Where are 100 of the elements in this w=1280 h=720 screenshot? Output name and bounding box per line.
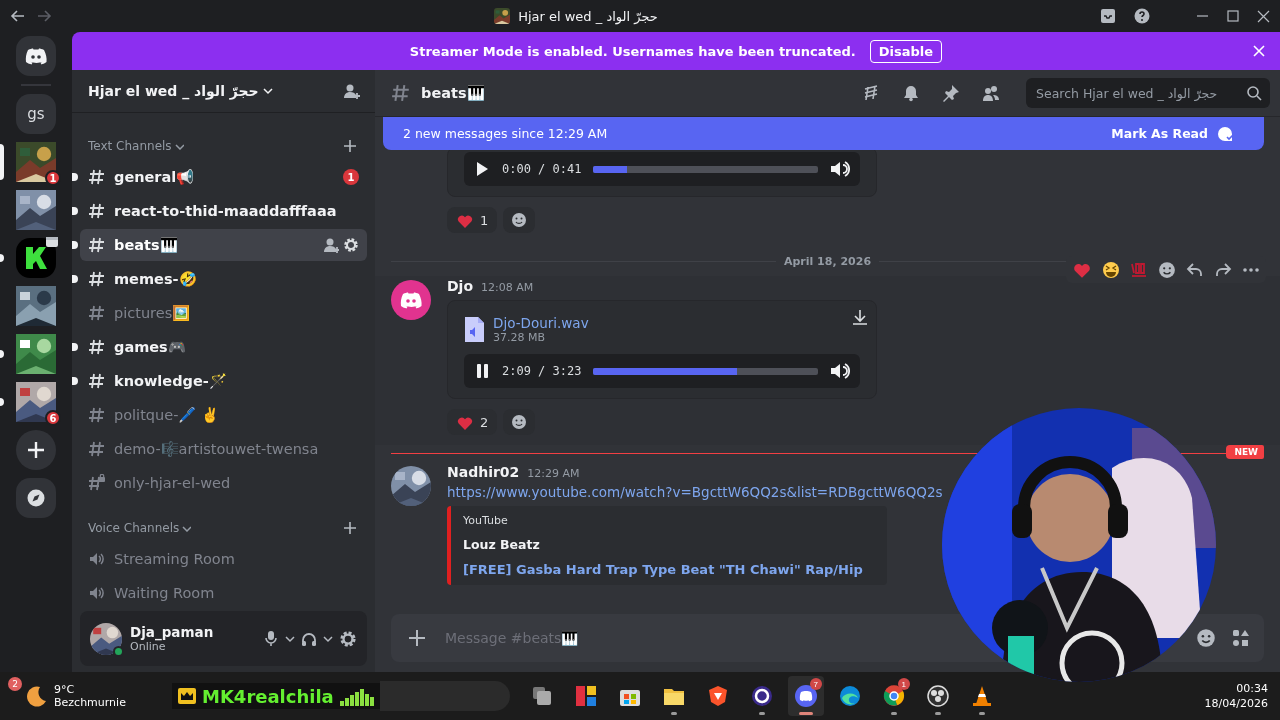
taskbar-search-field[interactable] [379, 681, 510, 711]
forward-arrow-icon[interactable] [36, 8, 52, 24]
file-link[interactable]: Djo-Douri.wav [493, 315, 589, 331]
microphone-icon[interactable] [263, 630, 279, 648]
moon-icon[interactable] [24, 684, 48, 708]
headphones-icon[interactable] [301, 630, 317, 647]
smiley-icon [511, 212, 528, 228]
banner-text: Streamer Mode is enabled. Usernames have been truncated. [409, 43, 856, 59]
laughing-face-icon[interactable] [1102, 260, 1120, 279]
category-title[interactable]: Voice Channels [88, 521, 180, 536]
play-icon[interactable] [474, 161, 490, 177]
attach-icon[interactable] [407, 628, 427, 648]
disable-button[interactable]: Disable [869, 39, 943, 63]
channel-item[interactable]: politque-🖊 ✌ [80, 399, 367, 432]
timestamp: 12:08 AM [481, 281, 534, 294]
audio-file-icon [464, 316, 485, 343]
mark-as-read-button[interactable]: Mark As Read [1105, 123, 1240, 144]
back-arrow-icon[interactable] [10, 8, 26, 24]
emoji-icon[interactable] [1196, 628, 1216, 648]
notification-badge: 1 [897, 678, 910, 690]
running-indicator [670, 712, 677, 715]
smiley-icon [511, 414, 528, 430]
user-name: Dja_paman [130, 624, 215, 641]
weather-description: Bezchmurnie [54, 696, 126, 709]
voice-channel-item[interactable]: Streaming Room [80, 543, 367, 576]
embed-title-link[interactable]: [FREE] Gasba Hard Trap Type Beat "TH Chawi" Rap/Hip [463, 562, 875, 577]
add-channel-icon[interactable] [343, 521, 357, 536]
chevron-down-icon[interactable] [174, 142, 184, 150]
add-channel-icon[interactable] [343, 139, 357, 154]
inbox-icon[interactable] [1100, 8, 1116, 24]
channel-item[interactable]: pictures🖼 [80, 297, 367, 330]
channel-item[interactable]: react-to-thid-maaddafffaaa [80, 195, 367, 228]
taskbar-app-button[interactable]: 7 [787, 676, 824, 716]
progress-track[interactable] [593, 165, 818, 173]
add-reaction-button[interactable] [503, 409, 536, 435]
voice-channel-item[interactable]: Waiting Room [80, 577, 367, 610]
globe-wave-icon [837, 684, 862, 708]
new-messages-bar[interactable]: 2 new messages since 12:29 AM Mark As Read [383, 117, 1264, 150]
bell-icon[interactable] [902, 84, 920, 102]
search-icon[interactable] [1246, 85, 1262, 101]
volume-icon[interactable] [830, 362, 850, 380]
threads-icon[interactable] [862, 84, 880, 102]
search-field[interactable]: Search Hjar el wed _ حجرّ الواد [1026, 78, 1270, 108]
taskbar-app-button[interactable]: 1 [875, 676, 912, 716]
members-icon[interactable] [982, 84, 1000, 102]
file-size: 37.28 MB [493, 331, 547, 344]
add-reaction-icon[interactable] [1158, 260, 1176, 279]
volume-icon[interactable] [830, 160, 850, 178]
author-name[interactable]: Nadhir02 [447, 464, 520, 480]
chevron-down-icon[interactable] [323, 634, 333, 643]
hash-icon [88, 168, 106, 187]
apps-icon[interactable] [1232, 629, 1250, 647]
discover-button[interactable] [16, 478, 56, 518]
invite-icon[interactable] [343, 82, 361, 100]
pause-icon[interactable] [474, 363, 490, 379]
message-link[interactable]: https://www.youtube.com/watch?v=BgcttW6QQ2s&list=RDBgcttW6QQ2s [447, 484, 1264, 500]
user-avatar[interactable] [391, 280, 431, 320]
chat-check-icon [1216, 124, 1234, 143]
notification-badge: 2 [8, 677, 22, 691]
speaker-icon [88, 551, 106, 568]
add-server-button[interactable] [16, 430, 56, 470]
invite-icon[interactable] [323, 237, 339, 254]
new-messages-text: 2 new messages since 12:29 AM [403, 126, 608, 141]
channel-item[interactable]: general📢 1 [80, 161, 367, 194]
chevron-down-icon[interactable] [285, 634, 295, 643]
channel-item[interactable]: knowledge-🪄 [80, 365, 367, 398]
reaction-button[interactable]: 2 [447, 409, 498, 435]
message-input[interactable]: Message #beats🎹 [443, 629, 863, 647]
pin-icon[interactable] [942, 84, 960, 102]
discord-logo-icon [399, 291, 423, 309]
author-name[interactable]: Djo [447, 278, 474, 294]
category-title[interactable]: Text Channels [88, 139, 172, 154]
channel-item[interactable]: only-hjar-el-wed [80, 467, 367, 500]
channel-item[interactable]: demo-🎼artistouwet-twensa [80, 433, 367, 466]
hash-icon [88, 338, 106, 357]
forward-icon[interactable] [1214, 260, 1232, 279]
download-icon[interactable] [852, 309, 868, 325]
settings-icon[interactable] [343, 237, 359, 254]
chevron-down-icon[interactable] [182, 524, 192, 532]
channel-item[interactable]: games🎮 [80, 331, 367, 364]
hash-icon [391, 83, 411, 103]
hash-icon [88, 440, 106, 459]
progress-track[interactable] [593, 367, 818, 375]
search-input[interactable]: Search Hjar el wed _ حجرّ الواد [1034, 84, 1246, 102]
ring-icon [749, 684, 774, 708]
server-name[interactable]: Hjar el wed _ حجرّ الواد [88, 83, 259, 100]
plus-icon [27, 441, 45, 459]
help-icon[interactable] [1134, 8, 1150, 24]
home-button[interactable] [16, 36, 56, 76]
crown-icon [178, 688, 196, 704]
channel-name: beats🎹 [421, 84, 486, 102]
channel-item[interactable]: memes-🤣 [80, 263, 367, 296]
add-reaction-button[interactable] [503, 207, 536, 233]
reply-icon[interactable] [1186, 260, 1204, 279]
reaction-button[interactable]: 1 [447, 207, 498, 233]
compass-icon [26, 488, 46, 508]
maximize-icon[interactable] [1227, 10, 1239, 22]
close-icon[interactable] [1257, 9, 1270, 23]
weather-temperature: 9°C [54, 683, 76, 696]
settings-icon[interactable] [339, 629, 357, 648]
